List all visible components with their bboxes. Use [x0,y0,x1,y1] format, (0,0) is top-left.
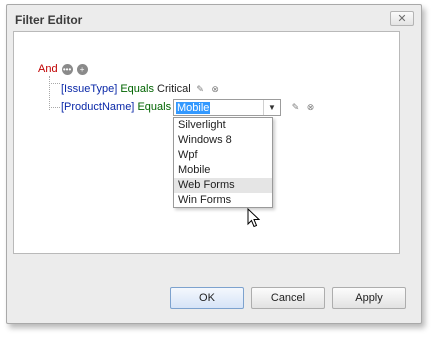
pencil-icon[interactable]: ✎ [290,102,301,113]
dropdown-option[interactable]: Windows 8 [174,133,272,148]
pencil-icon[interactable]: ✎ [195,84,206,95]
condition-operator[interactable]: Equals [120,83,154,95]
condition-row: [IssueType] Equals Critical ✎ ⊗ [61,82,221,97]
filter-editor-window: Filter Editor ✕ And ••• + [IssueType] Equa… [6,4,422,324]
apply-button[interactable]: Apply [332,287,406,309]
condition-actions: ✎ ⊗ [286,100,316,115]
close-icon: ✕ [397,13,407,25]
condition-operator[interactable]: Equals [137,101,171,113]
ellipsis-circle-icon[interactable]: ••• [61,63,73,75]
dropdown-option-hovered[interactable]: Web Forms [174,178,272,193]
remove-circle-icon[interactable]: ⊗ [305,102,316,113]
mouse-cursor-icon [247,208,260,228]
group-operator[interactable]: And [38,63,58,75]
ok-button[interactable]: OK [170,287,244,309]
condition-field[interactable]: [IssueType] [61,83,117,95]
plus-circle-icon[interactable]: + [76,63,88,75]
close-button[interactable]: ✕ [390,11,414,26]
dropdown-option[interactable]: Mobile [174,163,272,178]
dropdown-list: Silverlight Windows 8 Wpf Mobile Web For… [173,117,273,208]
dropdown-option[interactable]: Win Forms [174,193,272,208]
remove-circle-icon[interactable]: ⊗ [210,84,221,95]
tree-connector [49,83,60,84]
dropdown-option[interactable]: Wpf [174,148,272,163]
tree-connector [49,76,50,110]
tree-connector [49,107,60,108]
value-combobox[interactable]: Mobile ▼ [173,99,281,116]
condition-value[interactable]: Critical [157,83,191,95]
dropdown-arrow-icon[interactable]: ▼ [263,100,280,115]
cancel-button[interactable]: Cancel [251,287,325,309]
dropdown-option[interactable]: Silverlight [174,118,272,133]
combobox-selected-text[interactable]: Mobile [176,102,211,114]
title-bar: Filter Editor ✕ [7,5,421,33]
condition-row: [ProductName] Equals [61,100,171,115]
window-title: Filter Editor [15,13,83,27]
condition-field[interactable]: [ProductName] [61,101,134,113]
group-row: And ••• + [38,62,88,77]
filter-tree-pane: And ••• + [IssueType] Equals Critical ✎ ⊗ [P… [13,31,400,254]
